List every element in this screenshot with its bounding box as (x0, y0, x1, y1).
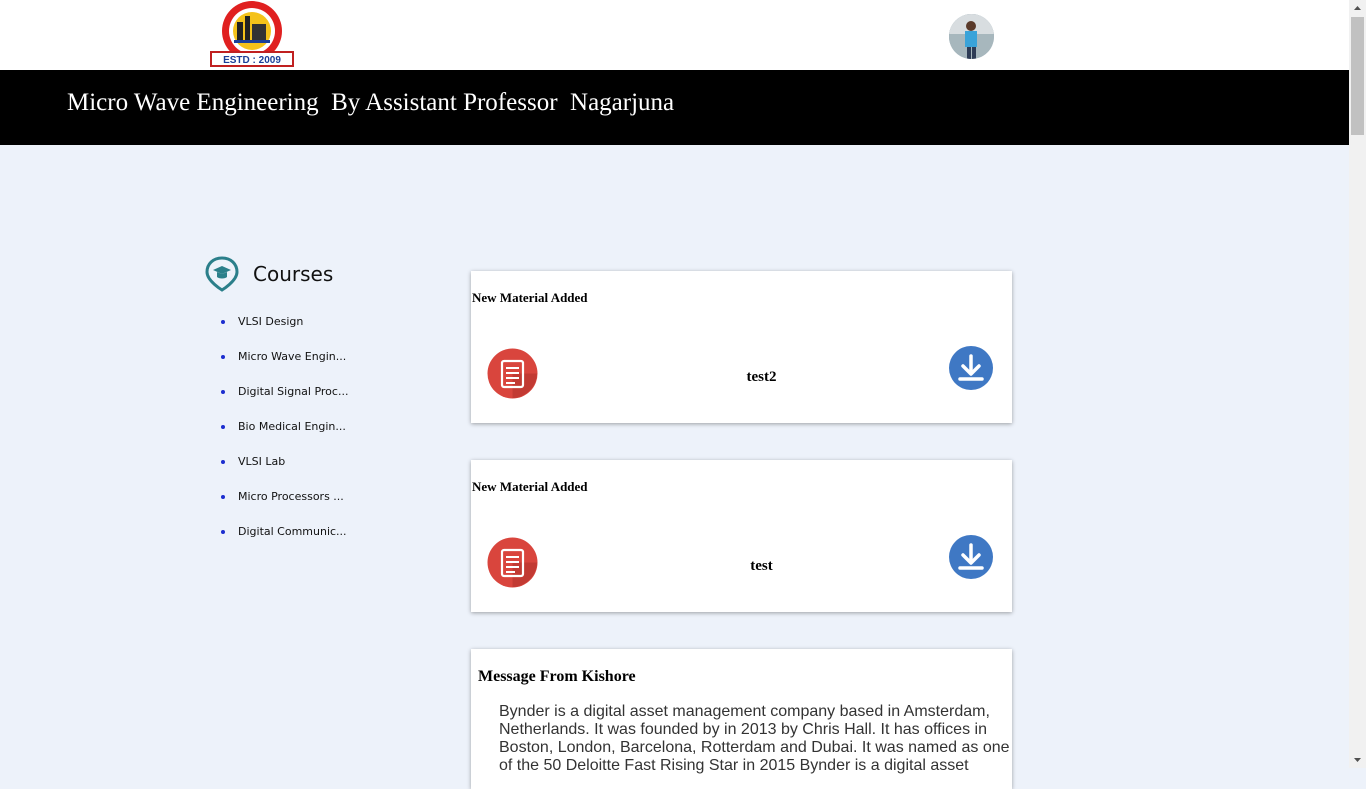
page-title: Micro Wave Engineering By Assistant Prof… (67, 89, 675, 116)
course-list: VLSI Design Micro Wave Engin... Digital … (219, 310, 348, 555)
course-item[interactable]: VLSI Design (219, 310, 348, 345)
course-item[interactable]: VLSI Lab (219, 450, 348, 485)
bullet-icon (221, 390, 225, 394)
material-card: New Material Added test2 (471, 271, 1012, 423)
vertical-scrollbar[interactable] (1349, 0, 1366, 768)
course-label[interactable]: Micro Processors ... (238, 490, 344, 503)
top-bar: ESTD : 2009 (0, 0, 1349, 70)
course-item[interactable]: Digital Signal Proc... (219, 380, 348, 415)
course-label[interactable]: Digital Signal Proc... (238, 385, 348, 398)
message-card: Message From Kishore Bynder is a digital… (471, 649, 1012, 789)
download-icon[interactable] (949, 346, 993, 390)
course-item[interactable]: Micro Processors ... (219, 485, 348, 520)
bullet-icon (221, 460, 225, 464)
message-title: Message From Kishore (478, 668, 636, 685)
course-label[interactable]: VLSI Design (238, 315, 303, 328)
graduation-cap-pin-icon (205, 256, 239, 292)
page-banner: Micro Wave Engineering By Assistant Prof… (0, 70, 1349, 145)
material-label: New Material Added (472, 479, 588, 494)
material-label: New Material Added (472, 290, 588, 305)
course-label[interactable]: VLSI Lab (238, 455, 285, 468)
download-icon[interactable] (949, 535, 993, 579)
scroll-down-arrow-icon[interactable] (1349, 751, 1366, 768)
institution-logo[interactable]: ESTD : 2009 (201, 0, 303, 68)
courses-header: Courses (205, 256, 405, 292)
course-label[interactable]: Micro Wave Engin... (238, 350, 346, 363)
user-avatar-icon[interactable] (949, 14, 994, 59)
course-item[interactable]: Digital Communic... (219, 520, 348, 555)
scrollbar-thumb[interactable] (1351, 17, 1364, 135)
bullet-icon (221, 425, 225, 429)
material-card: New Material Added test (471, 460, 1012, 612)
courses-title: Courses (253, 262, 334, 286)
course-label[interactable]: Digital Communic... (238, 525, 347, 538)
bullet-icon (221, 355, 225, 359)
message-body: Bynder is a digital asset management com… (499, 703, 1010, 774)
bullet-icon (221, 530, 225, 534)
bullet-icon (221, 320, 225, 324)
course-item[interactable]: Micro Wave Engin... (219, 345, 348, 380)
scroll-up-arrow-icon[interactable] (1349, 0, 1366, 17)
bullet-icon (221, 495, 225, 499)
course-label[interactable]: Bio Medical Engin... (238, 420, 346, 433)
logo-estd-text: ESTD : 2009 (223, 55, 281, 66)
course-item[interactable]: Bio Medical Engin... (219, 415, 348, 450)
